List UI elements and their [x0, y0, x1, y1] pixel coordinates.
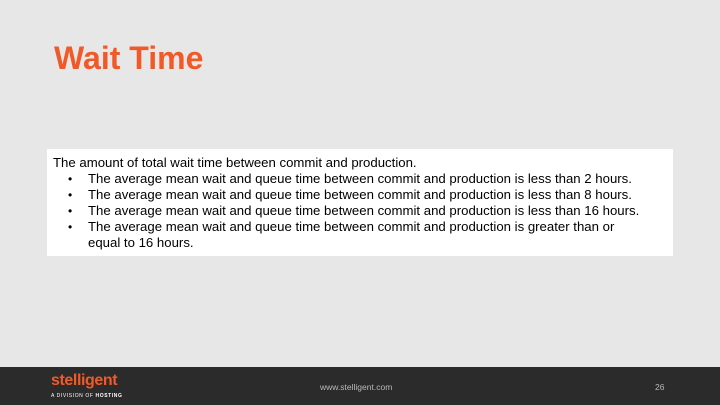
logo-tagline: A DIVISION OF HOSTING: [51, 393, 123, 399]
list-item: • The average mean wait and queue time b…: [53, 219, 673, 251]
bullet-text: The average mean wait and queue time bet…: [88, 171, 632, 186]
bullet-icon: •: [68, 188, 73, 202]
page-number: 26: [655, 382, 665, 392]
slide-title: Wait Time: [54, 40, 204, 76]
bullet-text: The average mean wait and queue time bet…: [88, 203, 640, 218]
intro-text: The amount of total wait time between co…: [53, 155, 417, 170]
bullet-icon: •: [68, 220, 73, 234]
bullet-text: The average mean wait and queue time bet…: [88, 187, 632, 202]
logo-tagline-brand: HOSTING: [95, 393, 123, 399]
stelligent-logo: stelligent A DIVISION OF HOSTING: [51, 372, 141, 402]
list-item: • The average mean wait and queue time b…: [53, 203, 673, 219]
bullet-text: The average mean wait and queue time bet…: [88, 219, 615, 250]
list-item: • The average mean wait and queue time b…: [53, 171, 673, 187]
bullet-icon: •: [68, 172, 73, 186]
slide: Wait Time The amount of total wait time …: [0, 0, 720, 405]
footer-url: www.stelligent.com: [320, 382, 393, 392]
logo-wordmark: stelligent: [51, 372, 118, 389]
bullet-icon: •: [68, 204, 73, 218]
footer-bar: stelligent A DIVISION OF HOSTING www.ste…: [0, 367, 720, 405]
logo-tagline-prefix: A DIVISION OF: [51, 393, 96, 399]
list-item: • The average mean wait and queue time b…: [53, 187, 673, 203]
bullet-list: • The average mean wait and queue time b…: [53, 171, 673, 251]
content-box: The amount of total wait time between co…: [47, 149, 673, 256]
